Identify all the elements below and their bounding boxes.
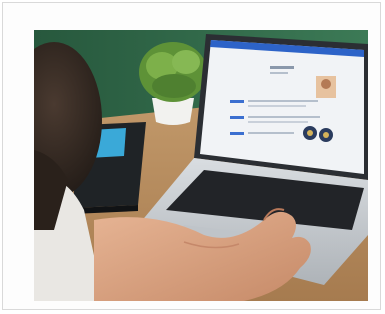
laptop-screen <box>194 34 368 180</box>
image-frame <box>2 2 381 310</box>
laptop-photo <box>34 30 368 301</box>
pot <box>152 98 194 125</box>
plant <box>139 42 207 102</box>
photo-illustration <box>34 30 368 301</box>
